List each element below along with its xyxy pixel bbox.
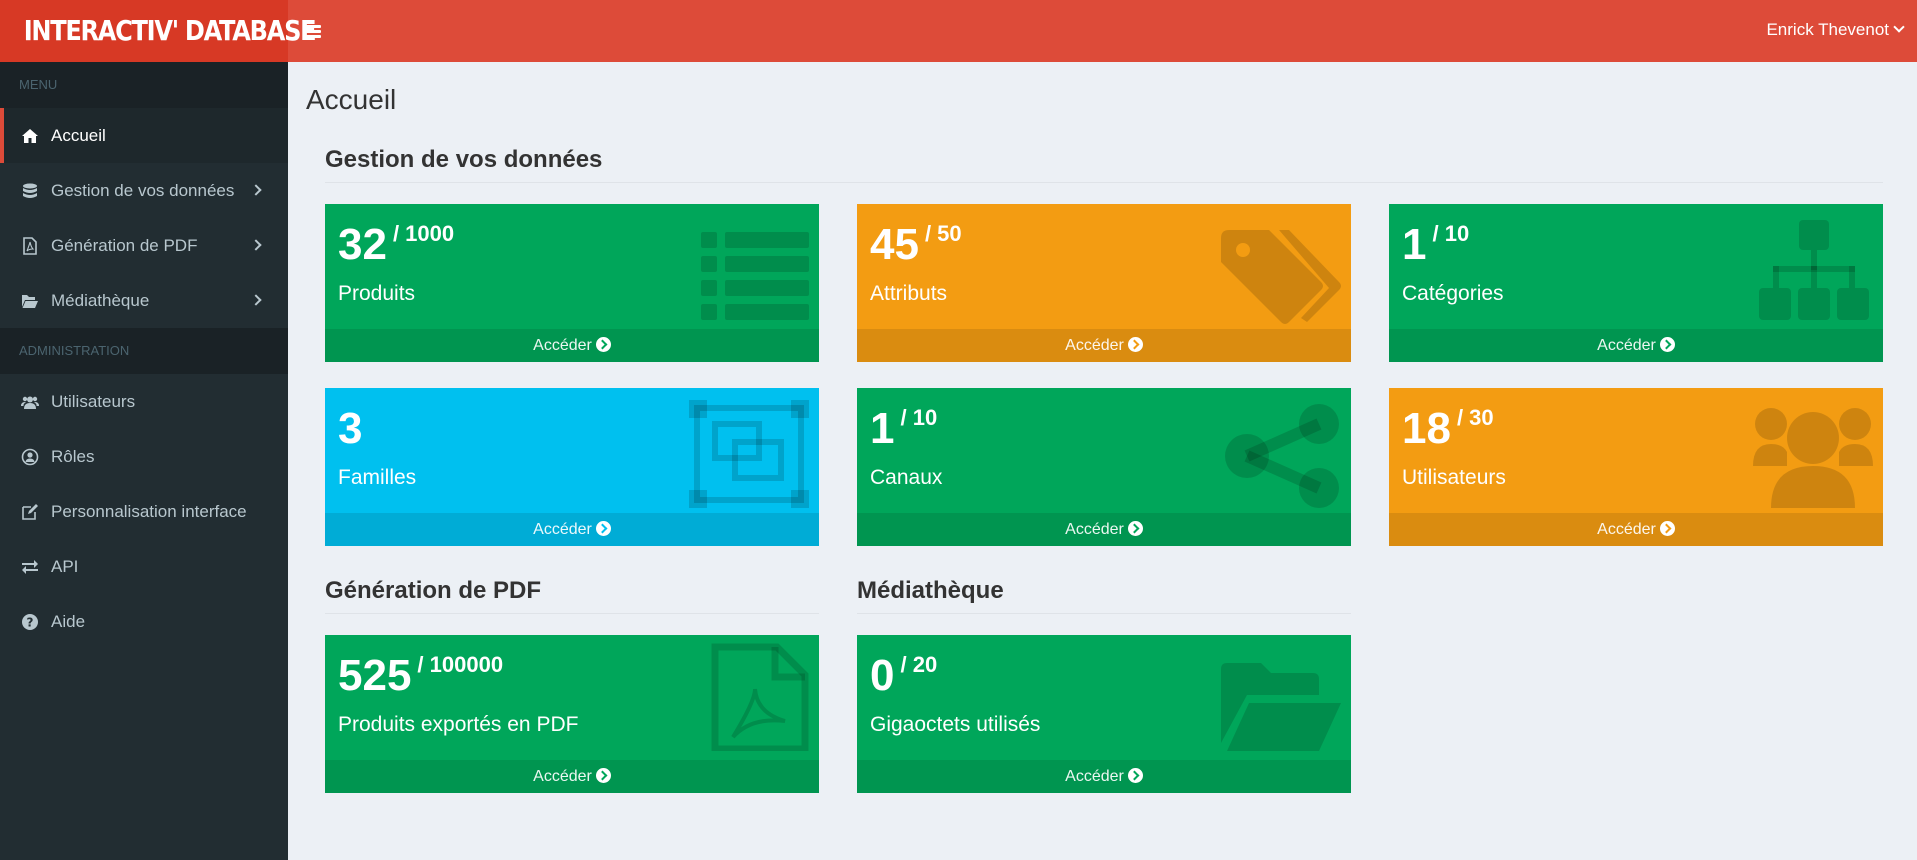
page-title: Accueil	[306, 84, 397, 115]
sidebar-item-label: Génération de PDF	[51, 236, 198, 255]
pdf-file-icon	[711, 643, 809, 751]
stat-label: Attributs	[870, 282, 948, 305]
question-circle-icon: ?	[22, 614, 38, 630]
stat-box-attributs: 45/ 50 Attributs Accéder	[857, 204, 1351, 362]
section-title-pdf: Génération de PDF	[325, 577, 819, 614]
stat-value: 1	[870, 404, 895, 453]
box-footer-link[interactable]: Accéder	[1389, 513, 1883, 546]
home-icon	[22, 129, 38, 143]
pdf-file-icon	[23, 237, 37, 255]
sidebar-item-label: Personnalisation interface	[51, 502, 247, 521]
stat-value: 32	[338, 220, 387, 269]
stat-box-familles: 3 Familles Accéder	[325, 388, 819, 546]
stat-label: Produits	[338, 282, 416, 305]
user-name: Enrick Thevenot	[1766, 20, 1889, 39]
sidebar-item-aide[interactable]: ? Aide	[0, 594, 288, 649]
sidebar-item-label: Médiathèque	[51, 291, 150, 310]
stat-value: 525	[338, 651, 412, 700]
app-logo[interactable]: INTERACTIV' DATABASE	[0, 0, 317, 62]
stat-label: Utilisateurs	[1402, 466, 1506, 489]
sidebar-header-menu: MENU	[0, 62, 288, 108]
box-footer-link[interactable]: Accéder	[857, 760, 1351, 793]
sitemap-icon	[1759, 220, 1869, 320]
chevron-right-icon	[250, 184, 262, 196]
sidebar-item-label: Aide	[51, 612, 86, 631]
sidebar-item-roles[interactable]: Rôles	[0, 429, 288, 484]
box-footer-link[interactable]: Accéder	[857, 513, 1351, 546]
sidebar-item-api[interactable]: API	[0, 539, 288, 594]
stat-max: / 10	[900, 405, 938, 430]
sidebar-item-pdf[interactable]: Génération de PDF	[0, 218, 288, 273]
stat-value: 3	[338, 404, 363, 453]
arrow-circle-right-icon	[1659, 521, 1675, 536]
chevron-down-icon	[1893, 21, 1905, 33]
stat-label: Canaux	[870, 466, 943, 489]
stat-box-produits: 32/ 1000 Produits Accéder	[325, 204, 819, 362]
top-header: INTERACTIV' DATABASE Enrick Thevenot	[0, 0, 1917, 62]
list-icon	[701, 232, 809, 320]
box-footer-link[interactable]: Accéder	[325, 329, 819, 362]
stat-value: 0	[870, 651, 895, 700]
exchange-icon	[22, 560, 38, 574]
user-circle-icon	[21, 448, 39, 466]
sidebar-item-accueil[interactable]: Accueil	[0, 108, 288, 163]
sidebar-item-mediatheque[interactable]: Médiathèque	[0, 273, 288, 328]
sidebar: MENU Accueil Gestion de vos données Géné…	[0, 62, 288, 860]
share-alt-icon	[1225, 404, 1339, 508]
stat-max: / 20	[900, 652, 938, 677]
stat-max: / 50	[924, 221, 962, 246]
tags-icon	[1221, 230, 1341, 324]
stat-label: Familles	[338, 466, 417, 489]
stat-label: Produits exportés en PDF	[338, 713, 579, 736]
sidebar-item-label: Utilisateurs	[51, 392, 136, 411]
arrow-circle-right-icon	[595, 337, 611, 352]
stat-value: 1	[1402, 220, 1427, 269]
stat-box-canaux: 1/ 10 Canaux Accéder	[857, 388, 1351, 546]
stat-value: 45	[870, 220, 919, 269]
stat-box-utilisateurs: 18/ 30 Utilisateurs Accéder	[1389, 388, 1883, 546]
stat-box-pdf-exports: 525/ 100000 Produits exportés en PDF Acc…	[325, 635, 819, 793]
arrow-circle-right-icon	[595, 768, 611, 783]
stat-box-categories: 1/ 10 Catégories Accéder	[1389, 204, 1883, 362]
arrow-circle-right-icon	[1127, 768, 1143, 783]
chevron-right-icon	[250, 294, 262, 306]
box-footer-link[interactable]: Accéder	[857, 329, 1351, 362]
users-icon	[1753, 408, 1873, 508]
sidebar-item-label: Gestion de vos données	[51, 181, 235, 200]
users-icon	[21, 396, 39, 409]
section-title-gestion: Gestion de vos données	[325, 146, 1883, 183]
stat-box-gigaoctets: 0/ 20 Gigaoctets utilisés Accéder	[857, 635, 1351, 793]
arrow-circle-right-icon	[1659, 337, 1675, 352]
sidebar-item-label: API	[51, 557, 79, 576]
stat-max: / 10	[1432, 221, 1470, 246]
stat-max: / 30	[1456, 405, 1494, 430]
box-footer-link[interactable]: Accéder	[1389, 329, 1883, 362]
stat-label: Gigaoctets utilisés	[870, 713, 1041, 736]
stat-max: / 100000	[417, 652, 504, 677]
sidebar-item-gestion[interactable]: Gestion de vos données	[0, 163, 288, 218]
svg-text:?: ?	[27, 616, 34, 630]
arrow-circle-right-icon	[1127, 337, 1143, 352]
folder-open-icon	[1221, 663, 1341, 751]
sidebar-item-label: Rôles	[51, 447, 95, 466]
box-footer-link[interactable]: Accéder	[325, 760, 819, 793]
stat-value: 18	[1402, 404, 1451, 453]
user-menu[interactable]: Enrick Thevenot	[1766, 0, 1905, 60]
stat-label: Catégories	[1402, 282, 1504, 305]
object-group-icon	[689, 400, 809, 508]
folder-open-icon	[22, 295, 38, 308]
database-icon	[23, 183, 37, 198]
arrow-circle-right-icon	[595, 521, 611, 536]
sidebar-item-label: Accueil	[51, 126, 106, 145]
edit-icon	[22, 504, 38, 520]
sidebar-item-personnalisation[interactable]: Personnalisation interface	[0, 484, 288, 539]
section-title-mediatheque: Médiathèque	[857, 577, 1351, 614]
arrow-circle-right-icon	[1127, 521, 1143, 536]
sidebar-header-administration: ADMINISTRATION	[0, 328, 288, 374]
sidebar-toggle-button[interactable]	[302, 17, 326, 45]
stat-max: / 1000	[392, 221, 455, 246]
sidebar-item-utilisateurs[interactable]: Utilisateurs	[0, 374, 288, 429]
box-footer-link[interactable]: Accéder	[325, 513, 819, 546]
chevron-right-icon	[250, 239, 262, 251]
